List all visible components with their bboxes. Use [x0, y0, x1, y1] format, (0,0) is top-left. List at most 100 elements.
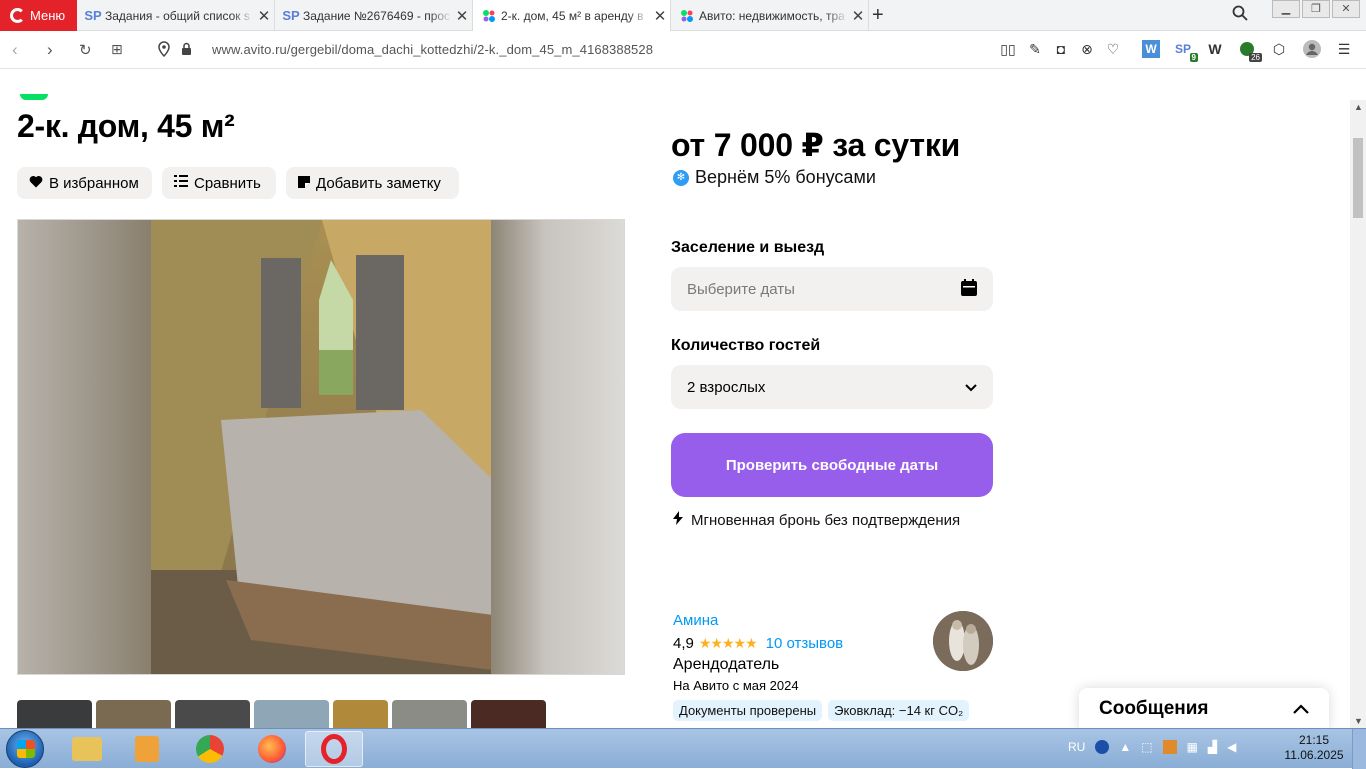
tab-search-icon[interactable]: [1232, 5, 1248, 26]
block-icon[interactable]: ⊗: [1078, 40, 1096, 58]
note-label: Добавить заметку: [316, 174, 441, 192]
messages-panel[interactable]: Сообщения: [1079, 688, 1329, 728]
compare-icon: [174, 174, 188, 192]
media-player-app[interactable]: [118, 731, 176, 767]
signal-icon[interactable]: ▟: [1208, 740, 1217, 754]
thumbnail[interactable]: [254, 700, 329, 728]
guests-label: Количество гостей: [671, 337, 821, 354]
reader-icon[interactable]: ▯▯: [999, 40, 1017, 58]
sp-badge: 9: [1189, 53, 1198, 62]
chrome-icon: [196, 735, 224, 763]
menu-label: Меню: [30, 8, 66, 23]
close-icon[interactable]: ✕: [452, 7, 472, 25]
url-input[interactable]: [212, 42, 972, 57]
volume-icon[interactable]: ◀: [1227, 740, 1236, 754]
edit-share-icon[interactable]: ✎: [1026, 40, 1044, 58]
windows-taskbar: RU ▲ ⬚ ▦ ▟ ◀ 21:15 11.06.2025: [0, 728, 1366, 769]
scrollbar-thumb[interactable]: [1353, 138, 1363, 218]
seller-name[interactable]: Амина: [673, 612, 718, 629]
sp-favicon-icon: SP: [84, 8, 102, 23]
guests-select[interactable]: 2 взрослых: [671, 365, 993, 409]
eco-contribution-badge[interactable]: Эковклад: −14 кг CO₂: [828, 700, 970, 721]
scroll-down-icon[interactable]: ▼: [1354, 716, 1363, 726]
heart-icon[interactable]: ♡: [1104, 40, 1122, 58]
tab-avito-listing[interactable]: 2-к. дом, 45 м² в аренду в ✕: [473, 0, 671, 31]
page-scrollbar[interactable]: ▲ ▼: [1350, 100, 1366, 728]
cx-badge: 26: [1249, 53, 1262, 62]
rating-value: 4,9: [673, 635, 694, 652]
cx-extension-icon[interactable]: 26: [1238, 40, 1262, 62]
reviews-link[interactable]: 10 отзывов: [766, 635, 844, 652]
tab-avito-home[interactable]: Авито: недвижимость, тра ✕: [671, 0, 869, 31]
messages-label: Сообщения: [1099, 698, 1209, 719]
close-icon[interactable]: ✕: [848, 7, 868, 25]
sp-extension-icon[interactable]: SP 9: [1174, 40, 1198, 62]
speed-dial-icon[interactable]: ⊞: [111, 41, 123, 58]
camera-icon[interactable]: ◘: [1052, 40, 1070, 58]
thumbnail[interactable]: [17, 700, 92, 728]
scroll-up-icon[interactable]: ▲: [1354, 102, 1363, 112]
chrome-app[interactable]: [181, 731, 239, 767]
seller-avatar[interactable]: [933, 611, 993, 671]
dates-picker[interactable]: Выберите даты: [671, 267, 993, 311]
sp-extension-label: SP: [1174, 42, 1191, 56]
help-icon[interactable]: [1095, 740, 1110, 754]
thumbnail[interactable]: [333, 700, 388, 728]
tab-tasks[interactable]: SP Задания - общий список s ✕: [77, 0, 275, 31]
show-desktop-button[interactable]: [1352, 729, 1366, 769]
bonus-icon: ✻: [673, 169, 689, 186]
media-player-icon: [135, 736, 159, 762]
close-icon[interactable]: ✕: [650, 7, 670, 25]
lightning-icon: [673, 511, 683, 529]
network-icon[interactable]: ▦: [1187, 740, 1198, 754]
compare-button[interactable]: Сравнить: [162, 167, 276, 199]
close-icon[interactable]: ✕: [254, 7, 274, 25]
reload-icon[interactable]: ↻: [79, 41, 92, 59]
tab-title: Задания - общий список s: [105, 8, 250, 23]
clock[interactable]: 21:15 11.06.2025: [1284, 733, 1344, 763]
minimize-icon[interactable]: ▁: [1272, 0, 1300, 18]
w-extension-icon[interactable]: W: [1142, 40, 1160, 58]
wikipedia-icon[interactable]: W: [1206, 40, 1224, 58]
chevron-up-icon[interactable]: [1293, 698, 1309, 720]
tray-arrow-icon[interactable]: ▲: [1119, 740, 1131, 754]
thumbnail[interactable]: [175, 700, 250, 728]
photo-gallery[interactable]: [17, 219, 625, 675]
firefox-app[interactable]: [243, 731, 301, 767]
tab-title: Авито: недвижимость, тра: [699, 8, 845, 23]
check-dates-button[interactable]: Проверить свободные даты: [671, 433, 993, 497]
forward-icon[interactable]: ›: [47, 40, 53, 60]
profile-icon[interactable]: [1303, 40, 1321, 58]
sp-favicon-icon: SP: [282, 8, 300, 23]
listing-photo[interactable]: [151, 220, 493, 674]
restore-icon[interactable]: ❐: [1302, 0, 1330, 18]
bonus-info: ✻ Вернём 5% бонусами: [673, 167, 876, 188]
favorite-button[interactable]: В избранном: [17, 167, 152, 199]
screenshot-icon[interactable]: ⬚: [1141, 740, 1152, 754]
start-button[interactable]: [6, 730, 44, 768]
documents-verified-badge[interactable]: Документы проверены: [673, 700, 823, 721]
location-pin-icon[interactable]: [158, 41, 170, 62]
thumbnail[interactable]: [392, 700, 467, 728]
opera-icon: [321, 734, 347, 764]
easy-setup-icon[interactable]: ☰: [1335, 40, 1353, 58]
lock-icon[interactable]: [181, 41, 192, 61]
cube-icon[interactable]: ⬡: [1270, 40, 1288, 58]
instant-booking: Мгновенная бронь без подтверждения: [673, 511, 960, 529]
language-indicator[interactable]: RU: [1068, 740, 1085, 754]
seller-since: На Авито с мая 2024: [673, 678, 799, 693]
new-tab-icon[interactable]: +: [872, 4, 884, 27]
thumbnail[interactable]: [96, 700, 171, 728]
add-note-button[interactable]: Добавить заметку: [286, 167, 459, 199]
back-icon[interactable]: ‹: [12, 40, 18, 60]
tab-task-2676469[interactable]: SP Задание №2676469 - прос ✕: [275, 0, 473, 31]
app-tray-icon[interactable]: [1162, 740, 1177, 754]
thumbnail[interactable]: [471, 700, 546, 728]
explorer-app[interactable]: [58, 731, 116, 767]
favorite-label: В избранном: [49, 174, 139, 192]
close-window-icon[interactable]: ✕: [1332, 0, 1360, 18]
avito-favicon-icon: [679, 8, 695, 24]
address-bar: ‹ › ↻ ⊞ ▯▯ ✎ ◘ ⊗ ♡ W SP 9 W 26 ⬡ ☰: [0, 31, 1366, 69]
opera-menu-button[interactable]: Меню: [0, 0, 77, 31]
opera-app[interactable]: [305, 731, 363, 767]
